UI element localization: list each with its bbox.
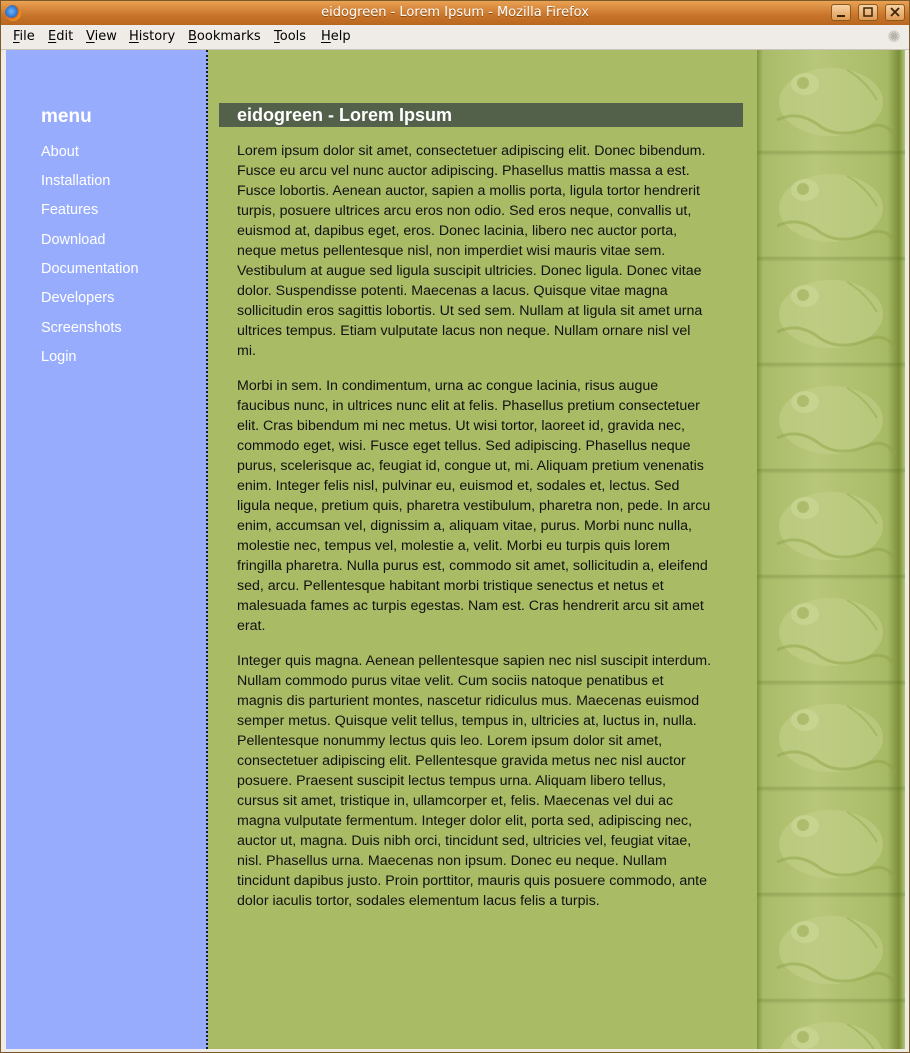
nav-link-installation[interactable]: Installation <box>41 173 110 189</box>
minimize-button[interactable] <box>831 4 851 21</box>
nav-link-login[interactable]: Login <box>41 349 76 365</box>
menu-bar: File Edit View History Bookmarks Tools H… <box>1 25 909 50</box>
nav-link-documentation[interactable]: Documentation <box>41 261 139 277</box>
frog-pattern-icon <box>775 66 897 1049</box>
throbber-icon: ✺ <box>887 27 901 46</box>
close-button[interactable] <box>885 4 905 21</box>
maximize-icon <box>863 7 873 17</box>
sidebar-heading: menu <box>41 106 92 127</box>
maximize-button[interactable] <box>858 4 878 21</box>
window-title: eidogreen - Lorem Ipsum - Mozilla Firefo… <box>321 5 589 20</box>
page-viewport[interactable]: menu About Installation Features Downloa… <box>6 50 905 1049</box>
sidebar: menu About Installation Features Downloa… <box>6 50 208 1049</box>
nav-link-features[interactable]: Features <box>41 202 98 218</box>
nav-link-download[interactable]: Download <box>41 232 106 248</box>
menu-history[interactable]: History <box>129 29 175 44</box>
nav-link-developers[interactable]: Developers <box>41 290 114 306</box>
menu-file[interactable]: File <box>13 29 35 44</box>
content-paragraph: Morbi in sem. In condimentum, urna ac co… <box>237 378 711 634</box>
nav-link-screenshots[interactable]: Screenshots <box>41 320 122 336</box>
main-content: eidogreen - Lorem Ipsum Lorem ipsum dolo… <box>219 103 743 911</box>
frog-pattern-decoration <box>757 50 905 1049</box>
browser-window: eidogreen - Lorem Ipsum - Mozilla Firefo… <box>0 0 910 1053</box>
menu-view[interactable]: View <box>86 29 117 44</box>
menu-help[interactable]: Help <box>321 29 351 44</box>
page-title: eidogreen - Lorem Ipsum <box>219 103 743 127</box>
title-bar[interactable]: eidogreen - Lorem Ipsum - Mozilla Firefo… <box>1 1 909 25</box>
menu-bookmarks[interactable]: Bookmarks <box>188 29 261 44</box>
minimize-icon <box>837 15 845 17</box>
menu-edit[interactable]: Edit <box>48 29 73 44</box>
close-icon <box>890 7 900 17</box>
menu-tools[interactable]: Tools <box>274 29 306 44</box>
content-paragraph: Integer quis magna. Aenean pellentesque … <box>237 653 712 909</box>
content-paragraph: Lorem ipsum dolor sit amet, consectetuer… <box>237 143 706 359</box>
nav-link-about[interactable]: About <box>41 144 79 160</box>
